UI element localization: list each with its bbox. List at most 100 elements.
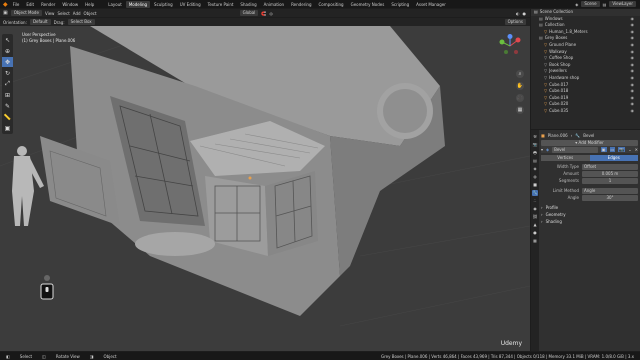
visibility-eye-icon[interactable]: ◉ <box>631 22 635 29</box>
perspective-toggle-icon[interactable]: ▦ <box>516 106 524 114</box>
visibility-eye-icon[interactable]: ◉ <box>631 16 635 23</box>
render-toggle-icon[interactable]: 📷 <box>618 147 626 152</box>
move-tool-icon[interactable]: ✥ <box>2 57 13 67</box>
camera-view-icon[interactable]: 🎥 <box>516 94 524 102</box>
visibility-eye-icon[interactable]: ◉ <box>631 42 635 49</box>
proportional-edit-icon[interactable]: ◎ <box>269 11 273 16</box>
workspace-tab[interactable]: UV Editing <box>177 1 204 8</box>
menu-render[interactable]: Render <box>39 2 57 7</box>
pan-hand-icon[interactable]: ✋ <box>516 82 524 90</box>
angle-field[interactable]: 30° <box>582 194 638 201</box>
outliner-item[interactable]: ▤ Collection ◉ <box>531 22 640 29</box>
constraints-tab-icon[interactable]: ⛓ <box>532 214 538 220</box>
view-layer-selector[interactable]: ViewLayer <box>609 1 636 7</box>
geometry-panel[interactable]: › Geometry <box>541 211 638 218</box>
limit-method-select[interactable]: Angle <box>582 187 638 194</box>
workspace-tab[interactable]: Compositing <box>316 1 347 8</box>
navigation-gizmo[interactable] <box>498 34 522 59</box>
visibility-eye-icon[interactable]: ◉ <box>631 29 635 36</box>
cursor-tool-icon[interactable]: ⊕ <box>2 46 13 56</box>
outliner-item[interactable]: ▽ Jewellers ◉ <box>531 68 640 75</box>
viewport-toggle-icon[interactable]: ▭ <box>609 147 616 152</box>
outliner-item[interactable]: ▽ Cube.020 ◉ <box>531 101 640 108</box>
close-icon[interactable]: ✕ <box>635 147 638 152</box>
menu-add[interactable]: Add <box>73 11 81 16</box>
outliner-item[interactable]: ▽ Book Shop ◉ <box>531 62 640 69</box>
snap-icon[interactable]: 🧲 <box>261 11 266 16</box>
workspace-tab[interactable]: Texture Paint <box>205 1 237 8</box>
physics-tab-icon[interactable]: ◉ <box>532 206 538 212</box>
menu-view[interactable]: View <box>45 11 55 16</box>
annotate-tool-icon[interactable]: ✎ <box>2 101 13 111</box>
shading-solid-icon[interactable]: ● <box>523 11 527 16</box>
visibility-eye-icon[interactable]: ◉ <box>631 55 635 62</box>
add-modifier-button[interactable]: ▾ Add Modifier <box>541 139 638 146</box>
profile-panel[interactable]: › Profile <box>541 204 638 211</box>
affect-vertices-button[interactable]: Vertices <box>541 154 590 161</box>
outliner-item[interactable]: ▽ Coffee Shop ◉ <box>531 55 640 62</box>
scale-tool-icon[interactable]: ⤢ <box>2 79 13 89</box>
outliner-item[interactable]: ▽ Cube.018 ◉ <box>531 88 640 95</box>
modifier-header[interactable]: ▾ ◈ Bevel ▣ ▭ 📷 ⌄ ✕ <box>541 146 638 153</box>
view-layer-tab-icon[interactable]: ▤ <box>532 158 538 164</box>
overlay-icon[interactable]: ◐ <box>516 11 520 16</box>
collapse-chevron-icon[interactable]: ▾ <box>541 147 543 152</box>
workspace-tab[interactable]: Layout <box>105 1 125 8</box>
workspace-tab[interactable]: Modeling <box>125 0 151 8</box>
outliner-item[interactable]: ▽ Walkway ◉ <box>531 49 640 56</box>
outliner-item[interactable]: ▽ Human_1.8_Meters ◉ <box>531 29 640 36</box>
outliner-item[interactable]: ▽ Cube.019 ◉ <box>531 95 640 102</box>
visibility-eye-icon[interactable]: ◉ <box>631 82 635 89</box>
workspace-tab[interactable]: Rendering <box>288 1 314 8</box>
measure-tool-icon[interactable]: 📏 <box>2 112 13 122</box>
editor-type-icon[interactable]: ▣ <box>3 10 8 16</box>
modifier-menu-icon[interactable]: ⌄ <box>628 147 631 152</box>
zoom-icon[interactable]: ⌕ <box>516 70 524 78</box>
visibility-eye-icon[interactable]: ◉ <box>631 68 635 75</box>
outliner-item[interactable]: ▤ Windows ◉ <box>531 16 640 23</box>
visibility-eye-icon[interactable]: ◉ <box>631 35 635 42</box>
visibility-eye-icon[interactable]: ◉ <box>631 62 635 69</box>
menu-help[interactable]: Help <box>83 2 96 7</box>
shading-panel[interactable]: › Shading <box>541 218 638 225</box>
visibility-eye-icon[interactable]: ◉ <box>631 108 635 115</box>
outliner-item[interactable]: ▽ Ground Plane ◉ <box>531 42 640 49</box>
data-tab-icon[interactable]: ▲ <box>532 222 538 228</box>
outliner-item[interactable]: ▽ Cube.017 ◉ <box>531 82 640 89</box>
outliner-item[interactable]: ▽ Hardware shop ◉ <box>531 75 640 82</box>
workspace-tab[interactable]: Shading <box>237 1 259 8</box>
render-tab-icon[interactable]: 📷 <box>532 142 538 148</box>
drag-selector[interactable]: Select Box <box>67 19 95 25</box>
output-tab-icon[interactable]: 🖶 <box>532 150 538 156</box>
visibility-eye-icon[interactable]: ◉ <box>631 75 635 82</box>
mode-selector[interactable]: Object Mode <box>10 10 42 16</box>
object-tab-icon[interactable]: ■ <box>532 182 538 188</box>
menu-select[interactable]: Select <box>57 11 69 16</box>
workspace-tab[interactable]: Geometry Nodes <box>348 1 388 8</box>
segments-field[interactable]: 1 <box>582 177 638 184</box>
menu-object[interactable]: Object <box>84 11 97 16</box>
options-button[interactable]: Options <box>504 19 526 25</box>
3d-viewport[interactable]: User Perspective (1) Grey Boxes | Plane.… <box>0 26 530 351</box>
edit-mode-toggle-icon[interactable]: ▣ <box>600 147 607 152</box>
outliner-item[interactable]: ▤ Grey Boxes ◉ <box>531 35 640 42</box>
visibility-eye-icon[interactable]: ◉ <box>631 95 635 102</box>
visibility-eye-icon[interactable]: ◉ <box>631 88 635 95</box>
menu-window[interactable]: Window <box>60 2 80 7</box>
orientation-selector[interactable]: Default <box>29 19 51 25</box>
workspace-tab[interactable]: Scripting <box>388 1 412 8</box>
menu-file[interactable]: File <box>11 2 22 7</box>
scene-selector[interactable]: Scene <box>581 1 600 7</box>
workspace-tab[interactable]: Animation <box>261 1 287 8</box>
menu-edit[interactable]: Edit <box>24 2 36 7</box>
workspace-tab[interactable]: Sculpting <box>151 1 176 8</box>
workspace-tab[interactable]: Asset Manager <box>413 1 449 8</box>
outliner-item[interactable]: ▽ Cube.035 ◉ <box>531 108 640 115</box>
pivot-selector[interactable]: Global <box>239 10 259 16</box>
modifier-tab-icon[interactable]: 🔧 <box>532 190 538 196</box>
select-cursor-icon[interactable]: ↖ <box>2 35 13 45</box>
transform-tool-icon[interactable]: ⊞ <box>2 90 13 100</box>
texture-tab-icon[interactable]: ▦ <box>532 238 538 244</box>
particles-tab-icon[interactable]: ∴ <box>532 198 538 204</box>
affect-edges-button[interactable]: Edges <box>589 154 638 161</box>
